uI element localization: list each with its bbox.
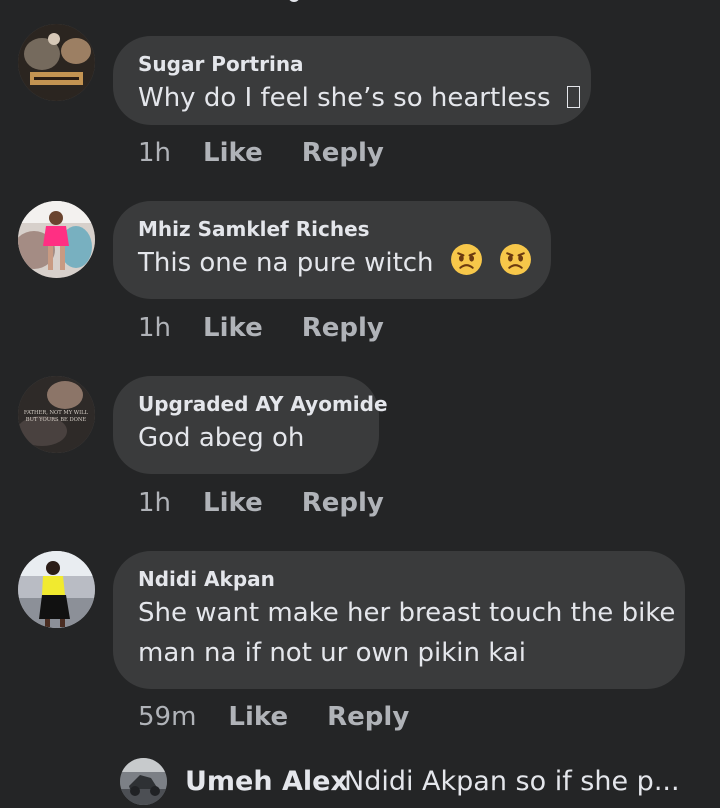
comment-text: Why do I feel she’s so heartless	[138, 78, 580, 118]
reply-button[interactable]: Reply	[302, 138, 384, 168]
avatar[interactable]	[18, 201, 95, 278]
comment-bubble[interactable]: Ndidi Akpan She want make her breast tou…	[113, 551, 685, 689]
avatar-image: FATHER, NOT MY WILL BUT YOURS BE DONE	[18, 376, 95, 453]
commenter-name[interactable]: Upgraded AY Ayomide	[138, 392, 388, 416]
comment-text-line: man na if not ur own pikin kai	[138, 638, 527, 668]
commenter-name[interactable]: Ndidi Akpan	[138, 567, 275, 591]
reply-button[interactable]: Reply	[302, 488, 384, 518]
comment-time[interactable]: 59m	[138, 702, 196, 732]
commenter-name[interactable]: Mhiz Samklef Riches	[138, 217, 370, 241]
like-button[interactable]: Like	[203, 313, 263, 343]
comment-time[interactable]: 1h	[138, 488, 171, 518]
comment-bubble[interactable]: Mhiz Samklef Riches This one na pure wit…	[113, 201, 551, 299]
comment-text: This one na pure witch	[138, 243, 532, 283]
comment-text: God abeg oh	[138, 418, 304, 458]
reply-preview[interactable]: Umeh Alex Ndidi Akpan so if she p...	[120, 756, 720, 808]
unsupported-emoji-glyph-icon	[566, 86, 580, 108]
like-button[interactable]: Like	[203, 488, 263, 518]
reply-preview-text[interactable]: Ndidi Akpan so if she p...	[344, 766, 680, 797]
comment-bubble[interactable]: Sugar Portrina Why do I feel she’s so he…	[113, 36, 591, 125]
like-button[interactable]: Like	[228, 702, 288, 732]
avatar[interactable]	[18, 551, 95, 628]
avatar-image	[18, 551, 95, 628]
avatar[interactable]	[120, 758, 167, 805]
reply-button[interactable]: Reply	[302, 313, 384, 343]
avatar-image	[120, 758, 167, 805]
reply-button[interactable]: Reply	[327, 702, 409, 732]
pouting-face-icon	[450, 243, 483, 276]
comment-actions: 1h Like Reply	[138, 138, 384, 168]
avatar[interactable]	[18, 24, 95, 101]
reply-author-name[interactable]: Umeh Alex	[185, 766, 348, 797]
comment-text: She want make her breast touch the bike …	[138, 593, 675, 673]
pouting-face-icon	[499, 243, 532, 276]
comment-time[interactable]: 1h	[138, 138, 171, 168]
comment-actions: 1h Like Reply	[138, 313, 384, 343]
avatar-caption-line-1: FATHER, NOT MY WILL	[24, 410, 89, 416]
avatar[interactable]: FATHER, NOT MY WILL BUT YOURS BE DONE	[18, 376, 95, 453]
comment-actions: 1h Like Reply	[138, 488, 384, 518]
comment-text-line: She want make her breast touch the bike	[138, 598, 676, 628]
truncated-header-fragment	[288, 0, 300, 2]
comment-text-line: God abeg oh	[138, 423, 305, 453]
comment-text-line: This one na pure witch	[138, 248, 434, 278]
avatar-caption-line-2: BUT YOURS BE DONE	[26, 417, 87, 423]
comment-time[interactable]: 1h	[138, 313, 171, 343]
commenter-name[interactable]: Sugar Portrina	[138, 52, 304, 76]
avatar-image	[18, 24, 95, 101]
comment-actions: 59m Like Reply	[138, 702, 409, 732]
avatar-image	[18, 201, 95, 278]
comment-bubble[interactable]: Upgraded AY Ayomide God abeg oh	[113, 376, 388, 474]
comment-text-line: Why do I feel she’s so heartless	[138, 83, 551, 113]
like-button[interactable]: Like	[203, 138, 263, 168]
